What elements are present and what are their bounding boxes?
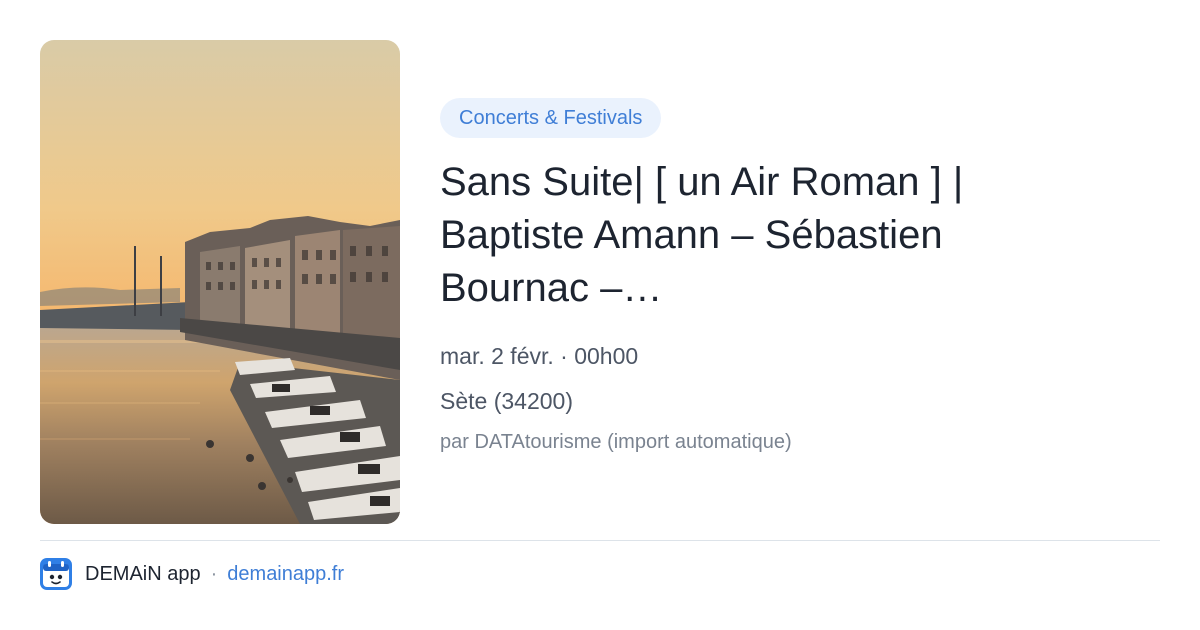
event-location: Sète (34200) (440, 388, 573, 414)
event-title[interactable]: Sans Suite| [ un Air Roman ] | Baptiste … (440, 156, 1080, 315)
app-name: DEMAiN app (85, 562, 201, 585)
event-date: mar. 2 févr. · 00h00 (440, 343, 639, 369)
event-source: par DATAtourisme (import automatique) (440, 431, 792, 453)
footer: DEMAiN app · demainapp.fr (40, 558, 344, 590)
harbor-sunset-photo (40, 40, 400, 524)
event-image[interactable] (40, 40, 400, 524)
event-details: Concerts & Festivals Sans Suite| [ un Ai… (440, 98, 1160, 456)
footer-separator: · (210, 562, 218, 585)
footer-divider (40, 540, 1160, 541)
demain-app-logo-icon[interactable] (40, 558, 72, 590)
app-url-link[interactable]: demainapp.fr (227, 563, 344, 586)
category-chip[interactable]: Concerts & Festivals (440, 98, 662, 138)
